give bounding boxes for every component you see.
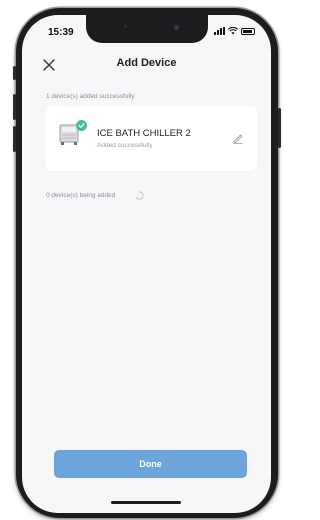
home-indicator	[111, 501, 181, 504]
adding-count-label: 0 device(s) being added	[46, 192, 116, 199]
wifi-icon	[228, 27, 238, 35]
check-icon	[76, 120, 87, 131]
device-status: Added successfully	[97, 142, 153, 149]
loading-spinner-icon	[135, 191, 144, 200]
notch	[86, 15, 208, 43]
edit-icon[interactable]	[232, 132, 244, 144]
status-time: 15:39	[48, 27, 74, 38]
page-title: Add Device	[116, 57, 177, 69]
device-name: ICE BATH CHILLER 2	[97, 128, 191, 139]
battery-icon	[241, 27, 255, 35]
done-button[interactable]: Done	[54, 450, 247, 478]
added-count-label: 1 device(s) added successfully	[46, 93, 135, 100]
device-card[interactable]: ICE BATH CHILLER 2 Added successfully	[45, 106, 258, 171]
volume-up-button	[13, 94, 16, 120]
sensor-dot	[124, 25, 127, 28]
signal-icon	[214, 27, 225, 35]
volume-down-button	[13, 126, 16, 152]
status-icons	[214, 27, 255, 35]
header: Add Device	[22, 53, 271, 81]
camera-dot	[174, 25, 179, 30]
app-screen: 15:39 Add Device 1 device(s) added succe…	[22, 15, 271, 513]
power-button	[278, 108, 281, 148]
mute-switch	[13, 66, 16, 80]
stage: 15:39 Add Device 1 device(s) added succe…	[0, 0, 288, 520]
